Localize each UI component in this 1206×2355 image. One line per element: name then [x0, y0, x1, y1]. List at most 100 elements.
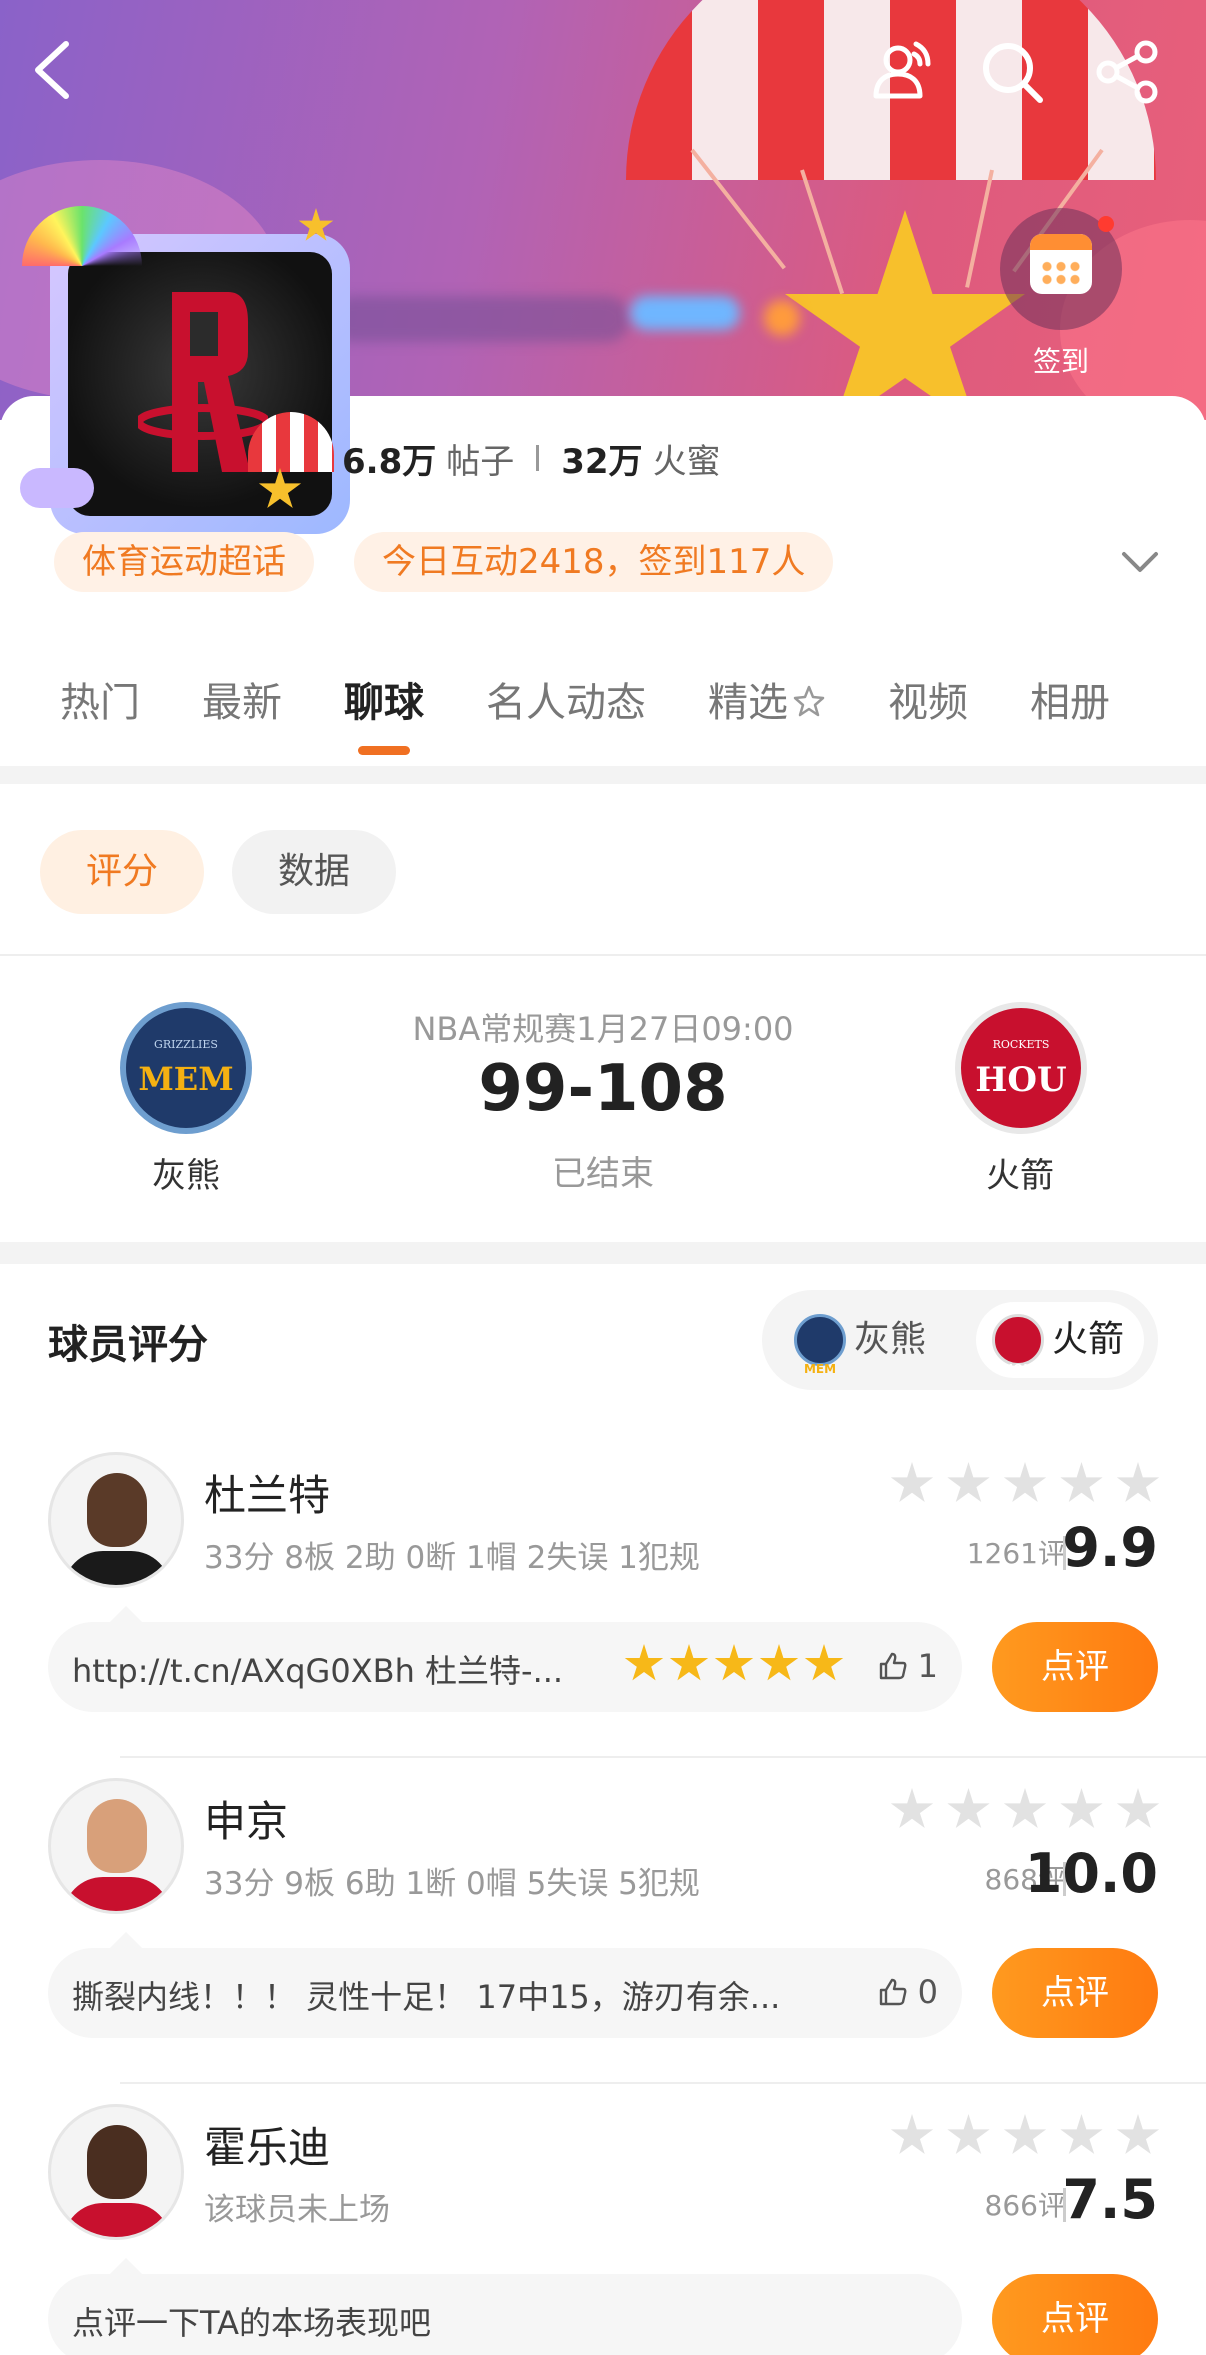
category-tag[interactable]: 体育运动超话 [54, 532, 314, 592]
topic-stats: 6.8万 帖子 32万 火蜜 [342, 436, 721, 482]
player-name[interactable]: 申京 [204, 1788, 288, 1849]
match-status: 已结束 [552, 1154, 654, 1194]
data-tab[interactable]: 数据 [232, 830, 396, 914]
star-icon [669, 1644, 709, 1681]
switch-rockets[interactable]: HOU 火箭 [976, 1302, 1144, 1378]
player-stats: 33分 8板 2助 0断 1帽 2失误 1犯规 [204, 1540, 700, 1576]
rainbow-decoration [22, 206, 142, 266]
like-button[interactable]: 0 [878, 1970, 938, 2014]
section-gap [0, 1242, 1206, 1264]
divider [120, 1756, 1206, 1758]
thumbs-up-icon [879, 1978, 907, 2006]
activity-tag[interactable]: 今日互动2418，签到117人 [354, 532, 834, 592]
player-row: 霍乐迪 该球员未上场 866评 7.5 点评一下TA的本场表现吧 点评 [0, 2104, 1206, 2355]
chevron-down-icon[interactable] [1118, 546, 1162, 576]
player-avatar[interactable] [48, 1778, 184, 1914]
section-title: 球员评分 [48, 1322, 208, 1368]
player-name[interactable]: 杜兰特 [204, 1462, 330, 1523]
fans-count: 32万 [561, 441, 643, 482]
tab-hot[interactable]: 热门 [60, 670, 140, 730]
star-icon [1116, 1788, 1160, 1829]
share-icon[interactable] [1096, 40, 1160, 104]
tab-video[interactable]: 视频 [888, 670, 968, 730]
star-icon [890, 1462, 934, 1503]
star-icon [1003, 2114, 1047, 2155]
tab-album[interactable]: 相册 [1030, 670, 1110, 730]
review-button[interactable]: 点评 [992, 1622, 1158, 1712]
topic-avatar[interactable] [20, 206, 350, 534]
star-icon [1060, 1462, 1103, 1503]
player-score: 10.0 [1024, 1842, 1158, 1905]
review-button[interactable]: 点评 [992, 2274, 1158, 2355]
comment-stars [624, 1644, 844, 1688]
grizzlies-mini-logo: MEM [794, 1314, 846, 1376]
top-comment[interactable]: 撕裂内线！！！ 灵性十足！ 17中15，游刃有余... 0 [48, 1932, 962, 2038]
team-switch: MEM 灰熊 HOU 火箭 [762, 1290, 1158, 1390]
match-info: NBA常规赛1月27日09:00 [412, 1010, 794, 1048]
player-score: 7.5 [1062, 2168, 1158, 2231]
rockets-mini-logo: HOU [992, 1314, 1044, 1376]
fans-label: 火蜜 [652, 441, 721, 482]
review-button[interactable]: 点评 [992, 1948, 1158, 2038]
tab-celebrity[interactable]: 名人动态 [486, 670, 646, 730]
player-score: 9.9 [1062, 1516, 1158, 1579]
review-count: 1261评 [966, 1537, 1066, 1570]
back-icon[interactable] [30, 40, 74, 100]
star-icon [714, 1644, 754, 1681]
star-decoration [785, 210, 1025, 420]
calendar-icon [1030, 234, 1092, 294]
comment-input[interactable]: 点评一下TA的本场表现吧 [48, 2258, 962, 2355]
search-icon[interactable] [980, 40, 1044, 104]
rockets-logo[interactable]: ROCKETS HOU [955, 1002, 1087, 1134]
star-icon [1116, 2114, 1160, 2155]
match-score: 99-108 [478, 1052, 728, 1126]
rating-tab[interactable]: 评分 [40, 830, 204, 914]
divider [120, 2082, 1206, 2084]
divider [0, 954, 1206, 956]
signin-label[interactable]: 签到 [1000, 340, 1122, 380]
posts-count: 6.8万 [342, 441, 437, 482]
rockets-logo-image [68, 252, 332, 516]
rating-stars[interactable] [890, 2114, 1160, 2158]
grizzlies-logo[interactable]: GRIZZLIES MEM [120, 1002, 252, 1134]
super-topic-icon[interactable] [870, 40, 936, 100]
home-team-name[interactable]: 灰熊 [86, 1148, 286, 1197]
tab-latest[interactable]: 最新 [202, 670, 282, 730]
star-icon [947, 1462, 990, 1503]
review-count: 866评 [984, 2189, 1066, 2222]
tab-chat-ball[interactable]: 聊球 [344, 670, 424, 755]
rating-stars[interactable] [890, 1788, 1160, 1832]
star-icon [759, 1644, 799, 1681]
rating-stars[interactable] [890, 1462, 1160, 1506]
sparkle-icon [793, 685, 825, 717]
star-icon [624, 1644, 664, 1681]
player-avatar[interactable] [48, 2104, 184, 2240]
comment-placeholder: 点评一下TA的本场表现吧 [72, 2304, 431, 2342]
player-avatar[interactable] [48, 1452, 184, 1588]
away-team-name[interactable]: 火箭 [920, 1148, 1120, 1197]
switch-grizzlies[interactable]: MEM 灰熊 [778, 1302, 968, 1378]
star-icon [1003, 1788, 1047, 1829]
comment-text: 撕裂内线！！！ 灵性十足！ 17中15，游刃有余... [72, 1978, 781, 2016]
player-stats: 33分 9板 6助 1断 0帽 5失误 5犯规 [204, 1866, 700, 1902]
tab-featured[interactable]: 精选 [708, 670, 826, 730]
player-stats: 该球员未上场 [204, 2192, 390, 2228]
star-icon [890, 2114, 934, 2155]
top-comment[interactable]: http://t.cn/AXqG0XBh 杜兰特-... 1 [48, 1606, 962, 1712]
signin-button[interactable] [1000, 208, 1122, 330]
star-icon [804, 1644, 844, 1681]
comment-text: http://t.cn/AXqG0XBh 杜兰特-... [72, 1652, 564, 1690]
star-icon [947, 2114, 990, 2155]
star-icon [1116, 1462, 1160, 1503]
player-name[interactable]: 霍乐迪 [204, 2114, 330, 2175]
star-icon [1003, 1462, 1047, 1503]
thumbs-up-icon [879, 1652, 907, 1680]
star-icon [947, 1788, 990, 1829]
tab-featured-label: 精选 [708, 680, 788, 726]
star-icon [1060, 2114, 1103, 2155]
player-row: 申京 33分 9板 6助 1断 0帽 5失误 5犯规 868评 10.0 撕裂内… [0, 1778, 1206, 2104]
star-icon [890, 1788, 934, 1829]
stats-divider [536, 445, 540, 471]
topic-tabs: 热门 最新 聊球 名人动态 精选 视频 相册 [60, 670, 1172, 755]
like-button[interactable]: 1 [878, 1644, 938, 1688]
